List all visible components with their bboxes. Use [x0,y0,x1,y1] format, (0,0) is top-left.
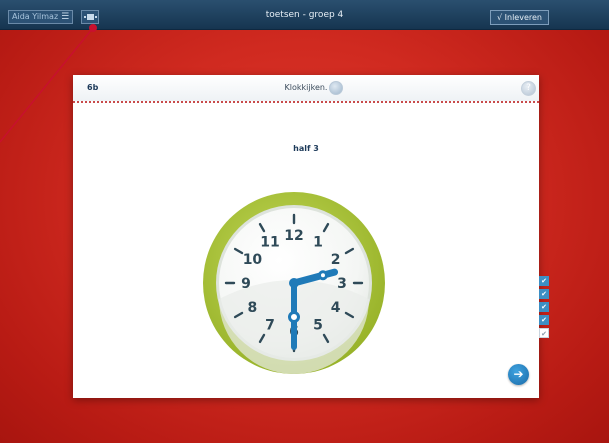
exercise-card: 6b Klokkijken. ? half 3 121234567891011 [73,75,539,398]
analog-clock[interactable]: 121234567891011 [202,191,386,375]
speaker-icon[interactable] [329,81,343,95]
clock-number: 11 [260,234,279,250]
progress-markers: ✔ ✔ ✔ ✔ ✔ [539,276,549,341]
clock-number: 10 [243,252,263,268]
progress-marker[interactable]: ✔ [539,289,549,299]
clock-number: 3 [337,276,347,292]
clock-number: 7 [265,318,275,334]
progress-marker[interactable]: ✔ [539,302,549,312]
clock-number: 9 [241,276,251,292]
question-text: half 3 [293,144,319,153]
exercise-title: Klokkijken. [284,83,328,92]
clock-number: 12 [284,228,303,244]
progress-marker[interactable]: ✔ [539,315,549,325]
minute-hand-handle [288,311,300,323]
card-header: 6b Klokkijken. ? [73,75,539,103]
clock-number: 4 [331,300,341,316]
clock-hub [289,278,299,288]
hour-hand-handle [317,270,328,281]
progress-marker[interactable]: ✔ [539,328,549,338]
clock-number: 1 [313,234,323,250]
pointer-dot [89,24,97,32]
progress-marker[interactable]: ✔ [539,276,549,286]
clock-number: 5 [313,318,323,334]
clock-number: 2 [331,252,341,268]
clock-number: 8 [248,300,258,316]
help-icon[interactable]: ? [521,81,536,96]
arrow-right-icon[interactable]: ➔ [508,364,529,385]
